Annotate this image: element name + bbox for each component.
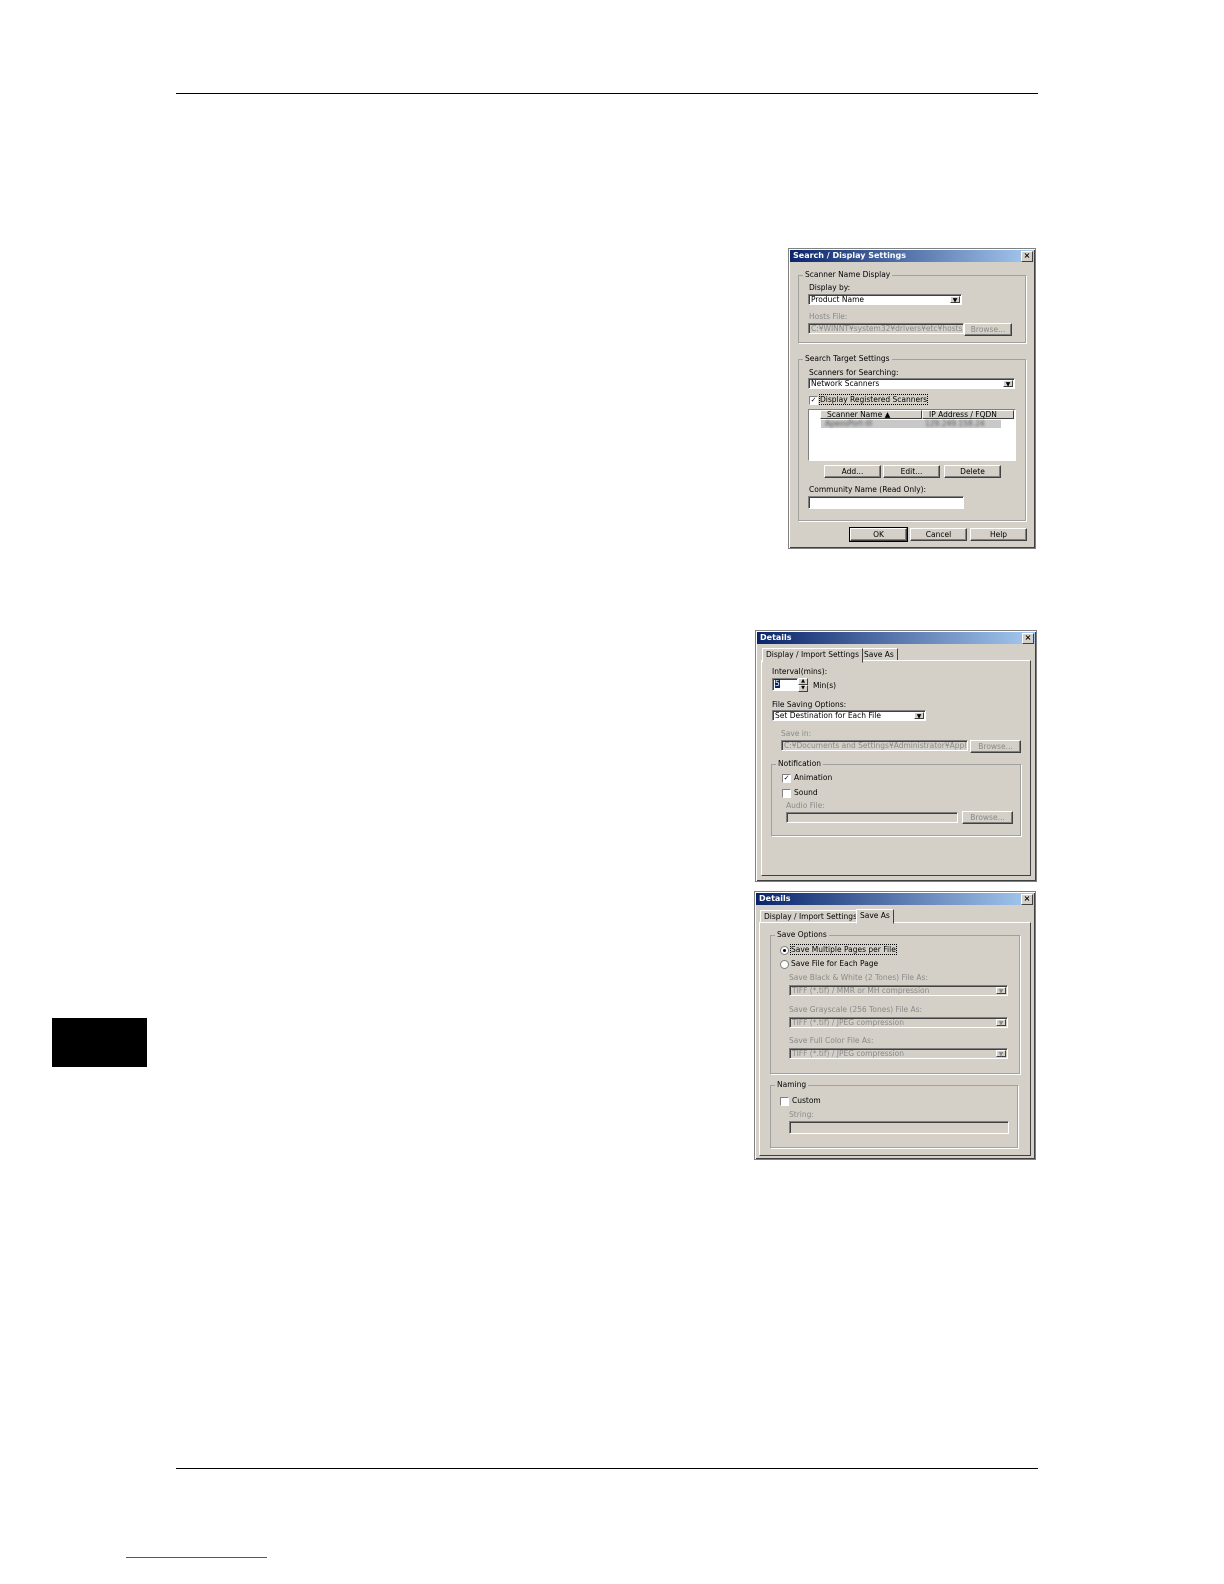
details-dialog-save-as: Details × Display / Import Settings Save… xyxy=(754,891,1036,1160)
bw-format-value: TIFF (*.tif) / MMR or MH compression xyxy=(792,986,930,995)
save-in-input[interactable]: C:¥Documents and Settings¥Administrator¥… xyxy=(781,740,968,751)
chevron-down-icon[interactable]: ▼ xyxy=(1003,380,1013,388)
row-scanner-name: ApeosPort-III xyxy=(825,419,873,428)
gray-format-select[interactable]: TIFF (*.tif) / JPEG compression ▼ xyxy=(789,1017,1008,1028)
audio-file-label: Audio File: xyxy=(786,801,825,810)
close-icon[interactable]: × xyxy=(1022,633,1034,644)
save-in-browse-button[interactable]: Browse... xyxy=(970,740,1021,753)
hosts-file-input[interactable]: C:¥WINNT¥system32¥drivers¥etc¥hosts xyxy=(808,323,964,334)
color-format-label: Save Full Color File As: xyxy=(789,1036,874,1045)
custom-checkbox[interactable] xyxy=(780,1097,789,1106)
display-registered-label: Display Registered Scanners xyxy=(818,394,929,405)
color-format-value: TIFF (*.tif) / JPEG compression xyxy=(792,1049,904,1058)
interval-value: 5 xyxy=(775,679,780,688)
scanners-for-searching-select[interactable]: Network Scanners ▼ xyxy=(808,378,1015,389)
interval-input[interactable]: 5 xyxy=(772,678,798,691)
hosts-file-label: Hosts File: xyxy=(809,312,848,321)
tab-display-import[interactable]: Display / Import Settings xyxy=(762,648,863,663)
display-by-label: Display by: xyxy=(809,283,851,292)
save-multiple-radio[interactable] xyxy=(780,946,789,955)
community-name-label: Community Name (Read Only): xyxy=(809,485,927,494)
chapter-tab-marker xyxy=(52,1018,147,1067)
spin-up-icon[interactable]: ▲ xyxy=(798,678,808,685)
col-scanner-name[interactable]: Scanner Name ▲ xyxy=(820,410,922,419)
save-in-label: Save in: xyxy=(781,729,812,738)
string-input[interactable] xyxy=(789,1121,1009,1134)
sound-label: Sound xyxy=(794,788,818,797)
save-each-radio[interactable] xyxy=(780,960,789,969)
dialog-title: Details xyxy=(757,632,1035,644)
scanners-for-searching-label: Scanners for Searching: xyxy=(809,368,899,377)
group-title: Save Options xyxy=(775,930,829,939)
row-ip-address: 129.249.158.24 xyxy=(925,419,985,428)
color-format-select[interactable]: TIFF (*.tif) / JPEG compression ▼ xyxy=(789,1048,1008,1059)
display-by-select[interactable]: Product Name ▼ xyxy=(808,294,962,305)
animation-label: Animation xyxy=(794,773,833,782)
chevron-down-icon[interactable]: ▼ xyxy=(996,987,1006,995)
chevron-down-icon[interactable]: ▼ xyxy=(914,712,924,720)
group-title: Notification xyxy=(776,759,824,768)
close-icon[interactable]: × xyxy=(1021,894,1033,905)
interval-unit: Min(s) xyxy=(813,681,837,690)
animation-checkbox[interactable]: ✓ xyxy=(782,774,791,783)
dialog-title: Search / Display Settings xyxy=(790,250,1034,262)
dialog-title: Details xyxy=(756,893,1034,905)
gray-format-label: Save Grayscale (256 Tones) File As: xyxy=(789,1005,923,1014)
footer-link-underline xyxy=(126,1557,267,1558)
save-multiple-label: Save Multiple Pages per File xyxy=(790,944,897,955)
search-display-settings-dialog: Search / Display Settings × Scanner Name… xyxy=(788,248,1036,549)
file-saving-label: File Saving Options: xyxy=(772,700,847,709)
tab-save-as[interactable]: Save As xyxy=(856,909,894,924)
gray-format-value: TIFF (*.tif) / JPEG compression xyxy=(792,1018,904,1027)
group-title: Scanner Name Display xyxy=(803,270,893,279)
ok-button[interactable]: OK xyxy=(849,527,908,542)
hosts-browse-button[interactable]: Browse... xyxy=(964,323,1012,336)
string-label: String: xyxy=(789,1110,814,1119)
help-button[interactable]: Help xyxy=(970,528,1027,541)
scanners-for-searching-value: Network Scanners xyxy=(811,379,880,388)
spin-down-icon[interactable]: ▼ xyxy=(798,685,808,692)
chevron-down-icon[interactable]: ▼ xyxy=(996,1019,1006,1027)
footer-rule xyxy=(176,1468,1038,1469)
bw-format-select[interactable]: TIFF (*.tif) / MMR or MH compression ▼ xyxy=(789,985,1008,996)
community-name-input[interactable] xyxy=(808,496,964,509)
header-rule xyxy=(176,93,1038,94)
registered-scanners-list[interactable]: Scanner Name ▲ IP Address / FQDN ApeosPo… xyxy=(808,409,1016,461)
audio-file-input[interactable] xyxy=(786,812,958,823)
chevron-down-icon[interactable]: ▼ xyxy=(950,296,960,304)
file-saving-value: Set Destination for Each File xyxy=(775,711,881,720)
cancel-button[interactable]: Cancel xyxy=(910,528,967,541)
interval-label: Interval(mins): xyxy=(772,667,828,676)
display-registered-checkbox[interactable]: ✓ xyxy=(809,396,818,405)
sound-checkbox[interactable] xyxy=(782,789,791,798)
add-button[interactable]: Add... xyxy=(824,465,881,478)
file-saving-select[interactable]: Set Destination for Each File ▼ xyxy=(772,710,926,721)
details-dialog-display-import: Details × Display / Import Settings Save… xyxy=(755,630,1037,882)
group-title: Naming xyxy=(775,1080,809,1089)
delete-button[interactable]: Delete xyxy=(944,465,1001,478)
save-each-label: Save File for Each Page xyxy=(791,959,879,968)
group-title: Search Target Settings xyxy=(803,354,892,363)
table-row[interactable]: ApeosPort-III 129.249.158.24 xyxy=(821,420,1001,428)
close-icon[interactable]: × xyxy=(1021,251,1033,262)
col-label: Scanner Name xyxy=(827,410,883,419)
chevron-down-icon[interactable]: ▼ xyxy=(996,1050,1006,1058)
custom-label: Custom xyxy=(792,1096,821,1105)
audio-browse-button[interactable]: Browse... xyxy=(962,811,1013,824)
col-label: IP Address / FQDN xyxy=(929,410,997,419)
bw-format-label: Save Black & White (2 Tones) File As: xyxy=(789,973,928,982)
display-by-value: Product Name xyxy=(811,295,864,304)
edit-button[interactable]: Edit... xyxy=(883,465,940,478)
col-ip-address[interactable]: IP Address / FQDN xyxy=(922,410,1014,419)
